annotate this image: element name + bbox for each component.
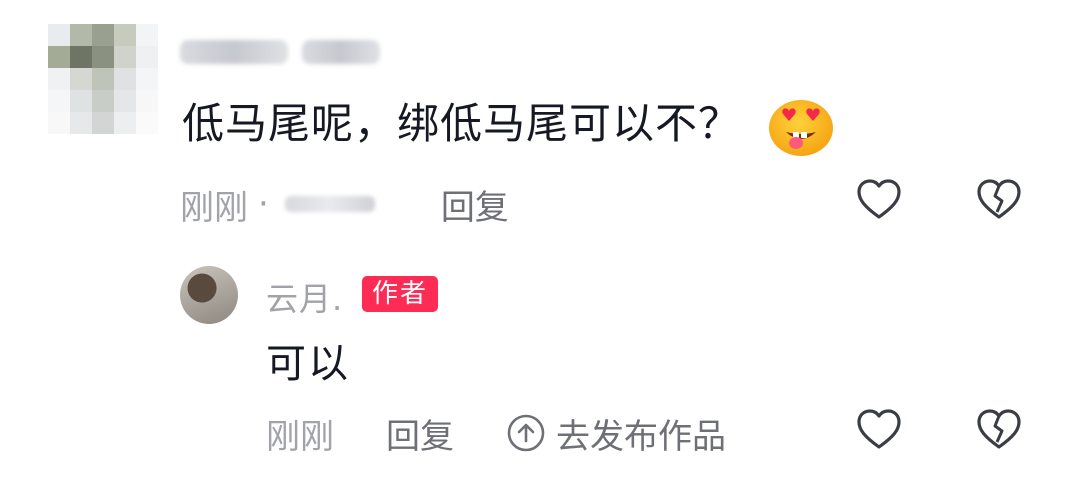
author-badge: 作者 xyxy=(362,276,439,312)
dislike-broken-heart-icon[interactable] xyxy=(975,406,1023,454)
reply-button[interactable]: 回复 xyxy=(386,409,454,458)
reply-button[interactable]: 回复 xyxy=(441,180,509,229)
heart-eyes-face-icon xyxy=(769,100,833,156)
blurred-username[interactable] xyxy=(180,34,380,70)
reply-time: 刚刚 xyxy=(266,416,334,457)
publish-work-button[interactable]: 去发布作品 xyxy=(506,409,726,458)
like-heart-icon[interactable] xyxy=(855,406,903,454)
comment-text: 低马尾呢，绑低马尾可以不？ xyxy=(182,99,742,148)
reply-meta: 刚刚 回复 去发布作品 xyxy=(266,409,726,458)
dislike-broken-heart-icon[interactable] xyxy=(975,176,1023,224)
author-avatar[interactable] xyxy=(180,266,238,324)
meta-dot: · xyxy=(258,184,269,224)
blurred-name-part xyxy=(302,40,380,64)
blurred-location xyxy=(284,196,375,212)
commenter-avatar[interactable] xyxy=(48,24,158,134)
blurred-name-part xyxy=(180,40,288,64)
author-name[interactable]: 云月. xyxy=(266,274,343,320)
upload-arrow-icon xyxy=(507,414,545,452)
like-heart-icon[interactable] xyxy=(855,176,903,224)
publish-label: 去发布作品 xyxy=(556,416,726,457)
comment-meta: 刚刚 · 回复 xyxy=(180,180,509,229)
comment-time: 刚刚 xyxy=(180,187,248,228)
reply-text: 可以 xyxy=(266,341,350,387)
